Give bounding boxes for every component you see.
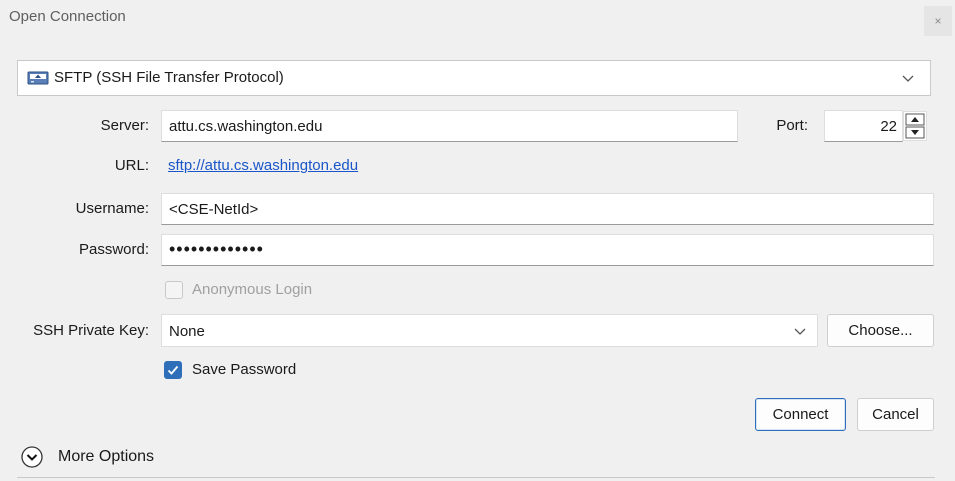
sftp-drive-icon	[27, 71, 49, 85]
choose-key-label: Choose...	[848, 322, 913, 339]
password-label: Password:	[78, 241, 149, 258]
ssh-key-label: SSH Private Key:	[33, 322, 149, 339]
password-input[interactable]: •••••••••••••	[161, 234, 934, 266]
more-options-label[interactable]: More Options	[58, 448, 154, 466]
username-input[interactable]: <CSE-NetId>	[161, 193, 934, 225]
divider	[17, 477, 935, 478]
username-label: Username:	[75, 200, 149, 217]
expand-circle-icon[interactable]	[21, 446, 43, 468]
title-bar: Open Connection ×	[0, 0, 955, 38]
cancel-button[interactable]: Cancel	[857, 398, 934, 431]
anonymous-login-label: Anonymous Login	[192, 281, 313, 298]
chevron-down-icon	[794, 328, 806, 335]
password-input-value: •••••••••••••	[169, 239, 264, 259]
port-label: Port:	[776, 117, 808, 134]
cancel-label: Cancel	[872, 406, 919, 423]
port-stepper[interactable]	[903, 111, 927, 141]
server-input-value: attu.cs.washington.edu	[169, 118, 323, 135]
connect-button[interactable]: Connect	[755, 398, 846, 431]
server-input[interactable]: attu.cs.washington.edu	[161, 110, 738, 142]
url-label: URL:	[114, 157, 149, 174]
ssh-key-select[interactable]: None	[161, 314, 818, 347]
anonymous-login-checkbox[interactable]	[165, 281, 183, 299]
save-password-label: Save Password	[192, 361, 297, 378]
protocol-select[interactable]: SFTP (SSH File Transfer Protocol)	[17, 60, 931, 96]
chevron-down-icon	[902, 75, 914, 82]
username-input-value: <CSE-NetId>	[169, 201, 259, 218]
close-button[interactable]: ×	[924, 6, 952, 36]
ssh-key-selected-label: None	[169, 323, 205, 340]
port-input[interactable]: 22	[824, 110, 903, 142]
checkmark-icon	[167, 365, 179, 375]
server-label: Server:	[100, 117, 149, 134]
url-link[interactable]: sftp://attu.cs.washington.edu	[168, 157, 358, 174]
close-icon: ×	[934, 14, 942, 28]
protocol-selected-label: SFTP (SSH File Transfer Protocol)	[54, 69, 284, 86]
connect-label: Connect	[772, 406, 829, 423]
port-input-value: 22	[880, 118, 897, 135]
window-title: Open Connection	[9, 8, 126, 25]
choose-key-button[interactable]: Choose...	[827, 314, 934, 347]
save-password-checkbox[interactable]	[164, 361, 182, 379]
